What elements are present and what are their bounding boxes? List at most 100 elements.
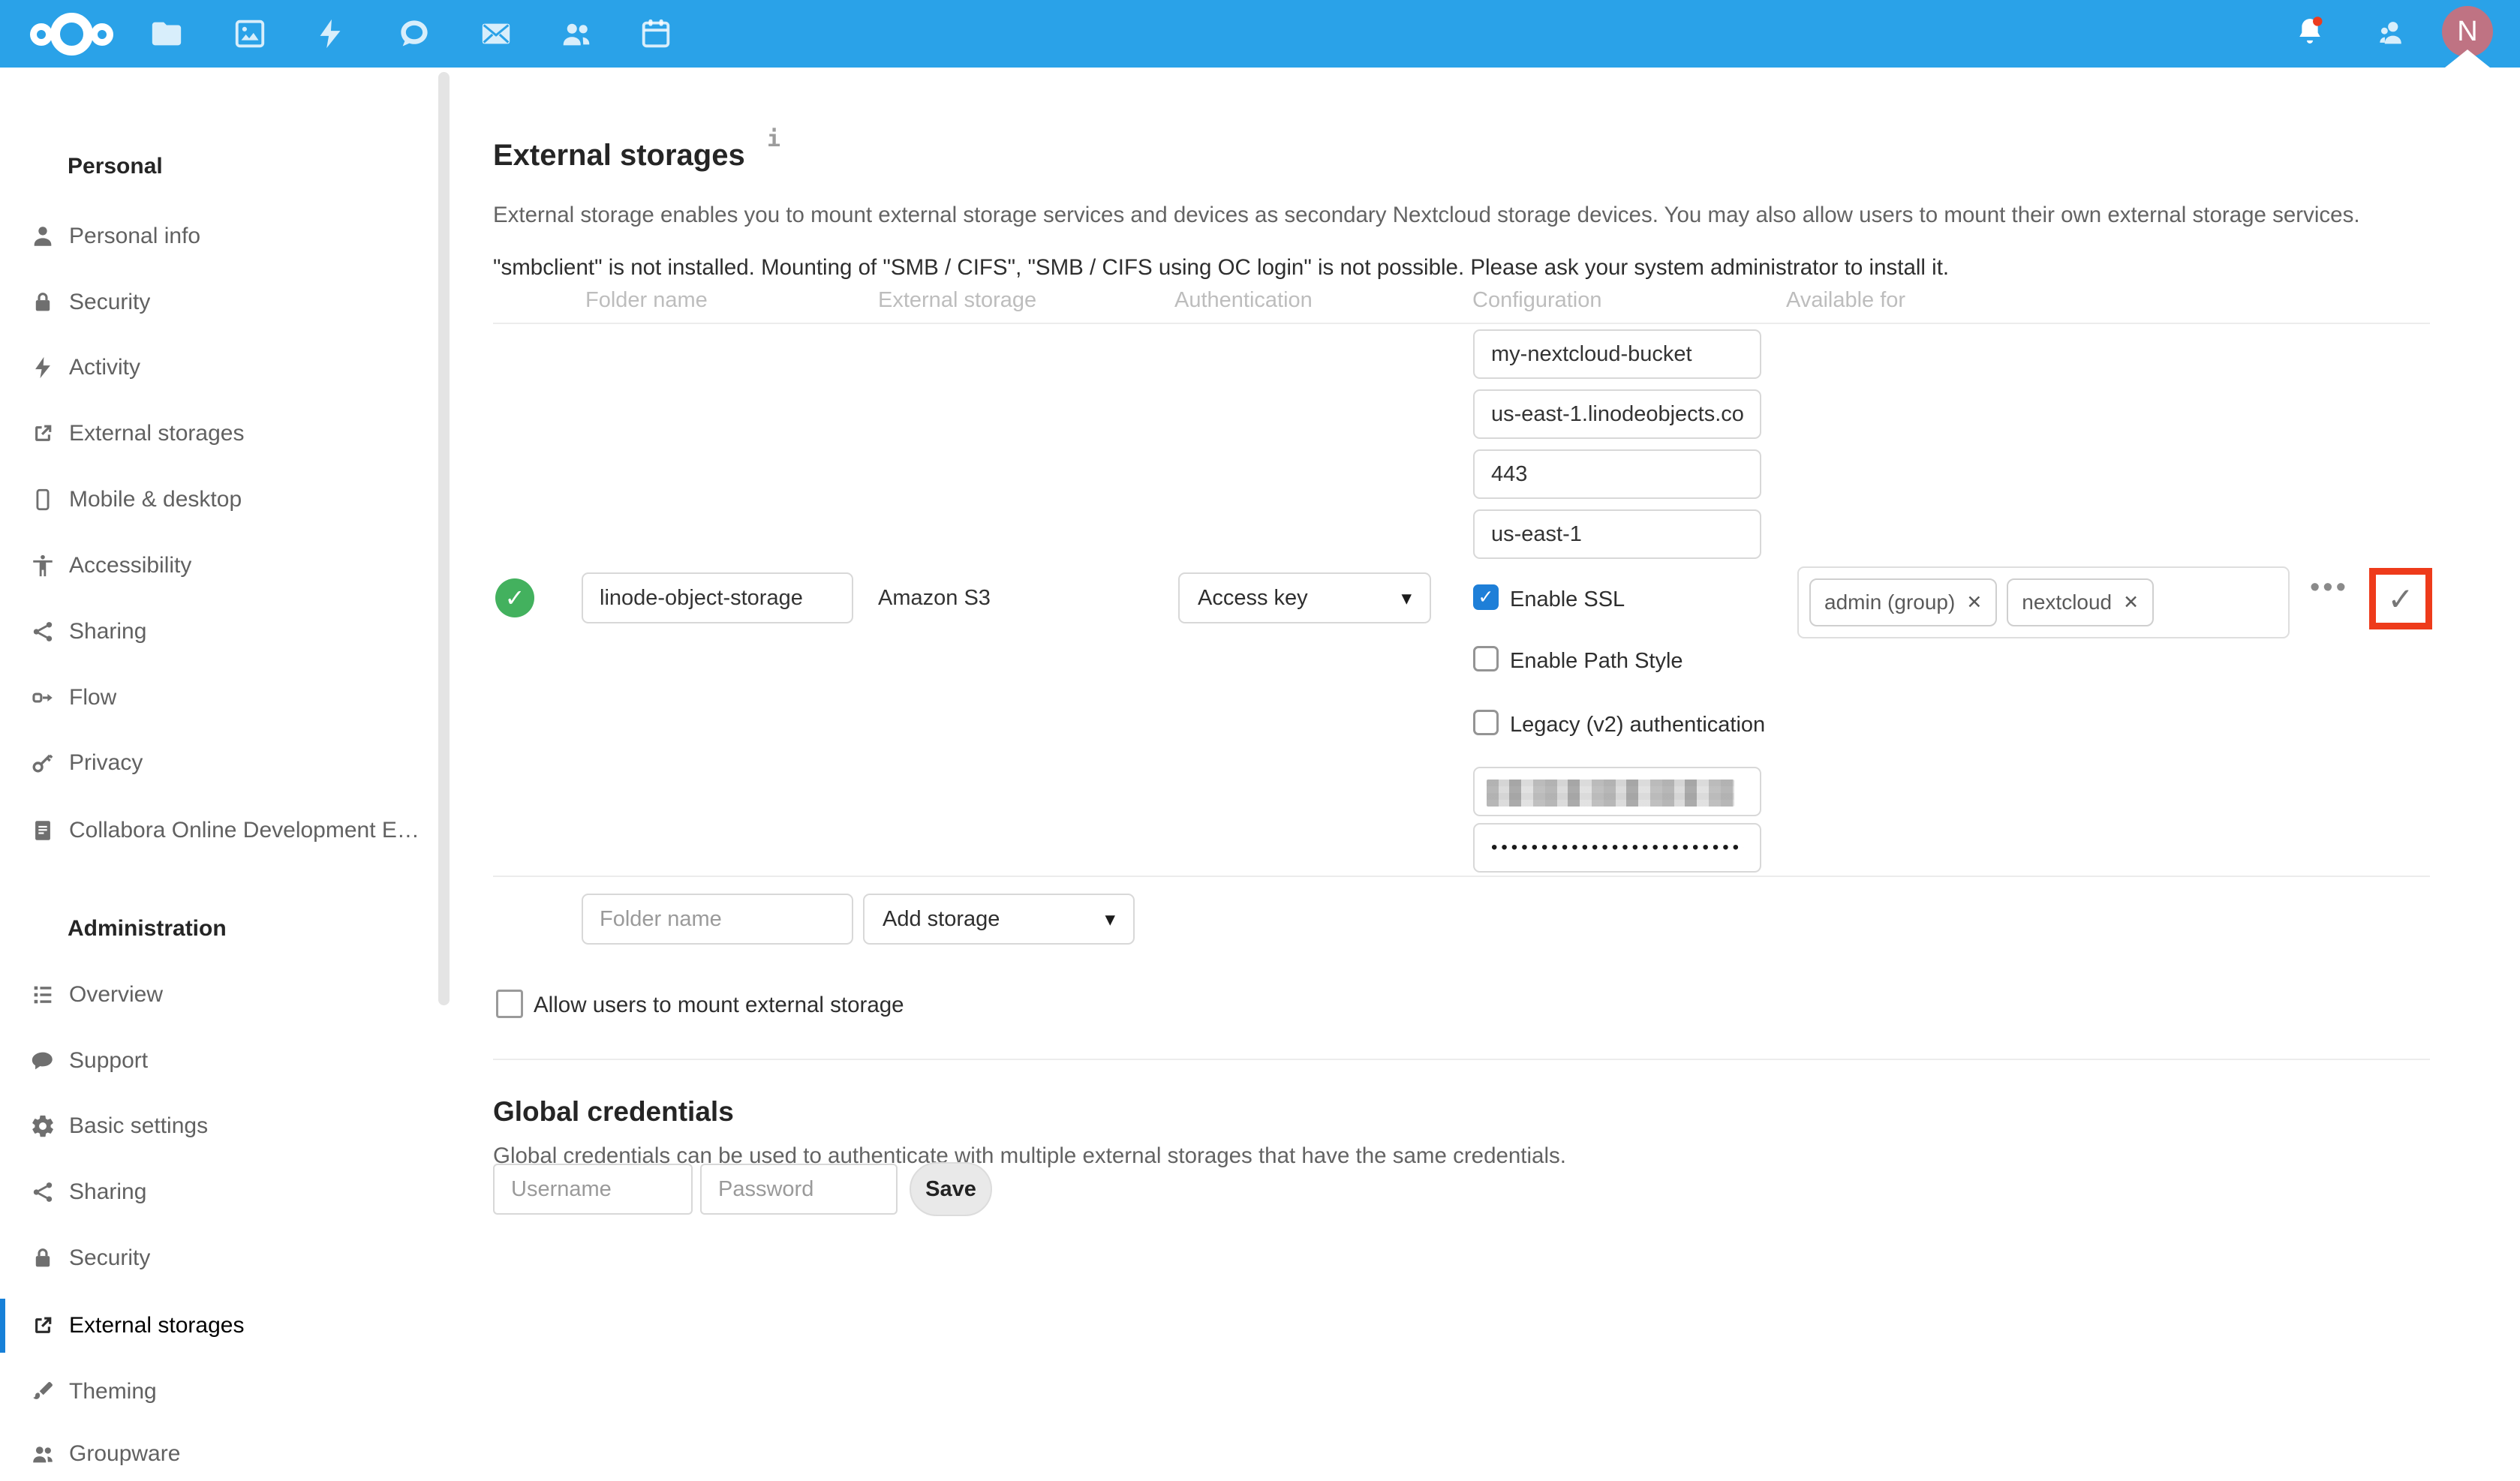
hostname-input[interactable] (1473, 389, 1761, 439)
bucket-input[interactable] (1473, 329, 1761, 379)
files-icon[interactable] (149, 17, 184, 51)
external-link-icon (30, 421, 56, 446)
chevron-down-icon: ▾ (1082, 908, 1115, 931)
enable-ssl-checkbox[interactable]: ✓ (1473, 584, 1499, 610)
secret-key-input[interactable] (1473, 823, 1761, 873)
sidebar-item-sharing-admin[interactable]: Sharing (0, 1165, 449, 1219)
global-username-input[interactable] (493, 1164, 693, 1215)
calendar-icon[interactable] (639, 17, 673, 51)
sidebar-item-label: Privacy (69, 750, 143, 776)
user-icon (30, 224, 56, 249)
global-save-button[interactable]: Save (910, 1162, 992, 1216)
sidebar-item-label: Accessibility (69, 553, 191, 578)
row-options-menu-icon[interactable]: ••• (2310, 572, 2349, 604)
sidebar-item-label: Overview (69, 982, 163, 1008)
info-icon[interactable]: i (767, 126, 780, 152)
legacy-auth-checkbox[interactable] (1473, 710, 1499, 735)
available-for-chip-admin-group: admin (group) ✕ (1809, 578, 1997, 626)
sidebar-item-personal-info[interactable]: Personal info (0, 209, 449, 263)
contacts-menu-icon[interactable] (2374, 16, 2407, 49)
sidebar-item-label: Sharing (69, 619, 146, 644)
authentication-select[interactable]: Access key ▾ (1178, 572, 1431, 623)
new-folder-name-input[interactable] (582, 894, 853, 945)
logo-ring-left (30, 23, 53, 46)
column-header-folder-name: Folder name (585, 288, 708, 313)
enable-path-style-label: Enable Path Style (1510, 649, 1683, 674)
brush-icon (30, 1379, 56, 1404)
enable-path-style-checkbox[interactable] (1473, 646, 1499, 671)
sidebar-item-label: Security (69, 290, 150, 315)
nextcloud-logo[interactable] (30, 13, 113, 56)
check-icon: ✓ (2387, 581, 2413, 617)
sidebar-item-external-storages-personal[interactable]: External storages (0, 407, 449, 461)
sidebar-caption-administration: Administration (68, 914, 227, 944)
sidebar-scrollbar[interactable] (438, 72, 450, 1005)
allow-users-mount-checkbox[interactable] (496, 990, 523, 1018)
flow-icon (30, 685, 56, 710)
row-save-button[interactable]: ✓ (2376, 575, 2425, 623)
sidebar-item-label: Activity (69, 355, 140, 380)
table-bottom-border (493, 876, 2430, 877)
sidebar-item-label: Security (69, 1245, 150, 1271)
document-icon (30, 818, 56, 843)
allow-users-mount-label: Allow users to mount external storage (534, 993, 904, 1018)
photos-icon[interactable] (233, 17, 267, 51)
talk-icon[interactable] (397, 17, 432, 51)
folder-name-input[interactable] (582, 572, 853, 623)
sidebar-item-label: External storages (69, 421, 244, 446)
lightning-icon (30, 355, 56, 380)
authentication-selected-value: Access key (1198, 586, 1308, 611)
top-bar: N (0, 0, 2520, 68)
chip-remove-icon[interactable]: ✕ (2123, 591, 2139, 614)
mail-icon[interactable] (479, 17, 513, 51)
chip-label: nextcloud (2022, 590, 2112, 614)
speech-bubble-icon (30, 1048, 56, 1074)
share-icon (30, 1179, 56, 1205)
sidebar-item-label: Sharing (69, 1179, 146, 1205)
sidebar-item-overview[interactable]: Overview (0, 968, 449, 1022)
accessibility-icon (30, 553, 56, 578)
sidebar-item-accessibility[interactable]: Accessibility (0, 539, 449, 593)
sidebar-item-support[interactable]: Support (0, 1034, 449, 1088)
chip-remove-icon[interactable]: ✕ (1966, 591, 1982, 614)
sidebar-item-groupware[interactable]: Groupware (0, 1427, 449, 1481)
sidebar-item-label: Mobile & desktop (69, 487, 242, 512)
add-storage-select[interactable]: Add storage ▾ (863, 894, 1135, 945)
notification-dot (2313, 17, 2322, 26)
settings-caret (2445, 50, 2490, 68)
lock-icon (30, 290, 56, 315)
logo-ring-right (91, 23, 113, 46)
sidebar-item-basic-settings[interactable]: Basic settings (0, 1099, 449, 1153)
sidebar-item-label: External storages (69, 1313, 244, 1338)
sidebar-item-security-personal[interactable]: Security (0, 275, 449, 329)
highlight-box: ✓ (2369, 568, 2432, 629)
enable-ssl-label: Enable SSL (1510, 587, 1625, 612)
activity-icon[interactable] (313, 17, 347, 51)
sidebar-item-theming[interactable]: Theming (0, 1365, 449, 1419)
phone-icon (30, 487, 56, 512)
logo-ring-center (50, 13, 93, 56)
sidebar-item-privacy[interactable]: Privacy (0, 736, 449, 790)
contacts-icon[interactable] (559, 17, 594, 51)
global-password-input[interactable] (700, 1164, 898, 1215)
key-icon (30, 750, 56, 776)
external-link-icon (30, 1313, 56, 1338)
sidebar-item-label: Basic settings (69, 1113, 208, 1139)
share-icon (30, 619, 56, 644)
sidebar-item-security-admin[interactable]: Security (0, 1231, 449, 1285)
global-credentials-title: Global credentials (493, 1096, 734, 1128)
notifications-bell-icon[interactable] (2293, 15, 2326, 48)
region-input[interactable] (1473, 509, 1761, 559)
column-header-authentication: Authentication (1174, 288, 1313, 313)
sidebar-item-label: Theming (69, 1379, 157, 1404)
sidebar-item-sharing-personal[interactable]: Sharing (0, 605, 449, 659)
sidebar-item-collabora[interactable]: Collabora Online Development Edit… (0, 804, 449, 858)
sidebar-item-activity[interactable]: Activity (0, 341, 449, 395)
port-input[interactable] (1473, 449, 1761, 499)
access-key-input-redacted[interactable] (1473, 767, 1761, 816)
sidebar-item-flow[interactable]: Flow (0, 671, 449, 725)
available-for-field[interactable]: admin (group) ✕ nextcloud ✕ (1797, 566, 2290, 638)
storage-type-label: Amazon S3 (878, 586, 991, 611)
sidebar-item-external-storages-admin[interactable]: External storages (0, 1299, 449, 1353)
sidebar-item-mobile-desktop[interactable]: Mobile & desktop (0, 473, 449, 527)
